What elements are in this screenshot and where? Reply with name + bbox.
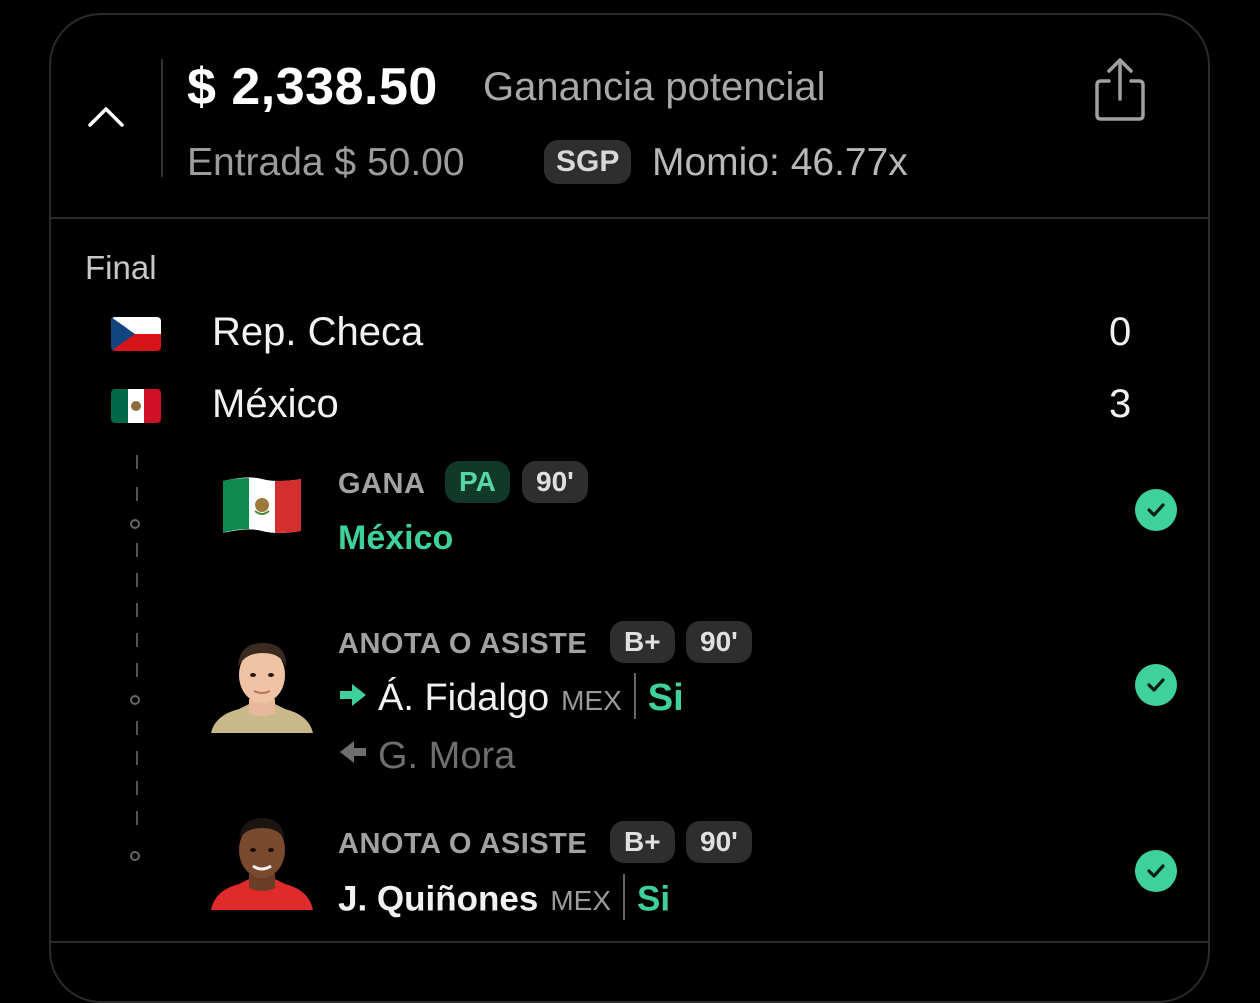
time-badge: 90' xyxy=(686,821,752,863)
entry-amount: Entrada $ 50.00 xyxy=(187,141,465,184)
mexico-flag-icon xyxy=(219,475,305,537)
mexico-flag-icon xyxy=(111,389,161,423)
footer-divider xyxy=(51,941,1208,943)
player-line: Á. Fidalgo MEX Si xyxy=(338,673,684,723)
team-score: 3 xyxy=(1109,382,1132,426)
player-avatar xyxy=(211,631,313,733)
czech-flag-icon xyxy=(111,317,161,351)
team-row-czech: Rep. Checa 0 xyxy=(51,304,1212,364)
potential-payout: $ 2,338.50 xyxy=(187,58,438,116)
team-row-mexico: México 3 xyxy=(51,376,1212,436)
market-label: ANOTA O ASISTE xyxy=(338,628,588,660)
check-circle-icon xyxy=(1135,850,1177,892)
odds-value: Momio: 46.77x xyxy=(652,141,908,184)
time-badge: 90' xyxy=(686,621,752,663)
team-code: MEX xyxy=(561,685,622,717)
timeline-node xyxy=(130,695,140,705)
market-label: ANOTA O ASISTE xyxy=(338,828,588,860)
arrow-left-icon xyxy=(338,732,368,775)
team-name: Rep. Checa xyxy=(212,310,424,354)
time-badge: 90' xyxy=(522,461,588,503)
pick-value: Si xyxy=(637,879,671,919)
check-circle-icon xyxy=(1135,664,1177,706)
team-code: MEX xyxy=(550,885,611,917)
check-circle-icon xyxy=(1135,489,1177,531)
pick-value: Si xyxy=(647,677,684,720)
player-avatar xyxy=(211,808,313,910)
share-icon[interactable] xyxy=(1091,55,1149,125)
header-separator xyxy=(161,59,163,177)
team-name: México xyxy=(212,382,339,426)
timeline-node xyxy=(130,519,140,529)
payout-label: Ganancia potencial xyxy=(483,65,826,109)
player-line: J. Quiñones MEX Si xyxy=(338,874,671,924)
market-label: GANA xyxy=(338,468,426,500)
collapse-chevron-icon[interactable] xyxy=(86,101,126,131)
legs-timeline xyxy=(130,453,147,863)
arrow-right-icon xyxy=(338,675,368,718)
match-status: Final xyxy=(85,249,157,286)
replaced-player-name: G. Mora xyxy=(378,735,516,777)
sgp-badge: SGP xyxy=(544,140,632,184)
bet-card: $ 2,338.50 Ganancia potencial Entrada $ … xyxy=(49,13,1210,1003)
rating-badge: B+ xyxy=(610,621,675,663)
timeline-node xyxy=(130,851,140,861)
player-name: J. Quiñones xyxy=(338,879,539,919)
player-name: Á. Fidalgo xyxy=(378,677,550,720)
rating-badge: B+ xyxy=(610,821,675,863)
header-divider xyxy=(51,217,1208,219)
team-score: 0 xyxy=(1109,310,1132,354)
pick-value: México xyxy=(338,519,454,557)
pa-badge: PA xyxy=(445,461,510,503)
replaced-player-line: G. Mora xyxy=(338,735,515,779)
